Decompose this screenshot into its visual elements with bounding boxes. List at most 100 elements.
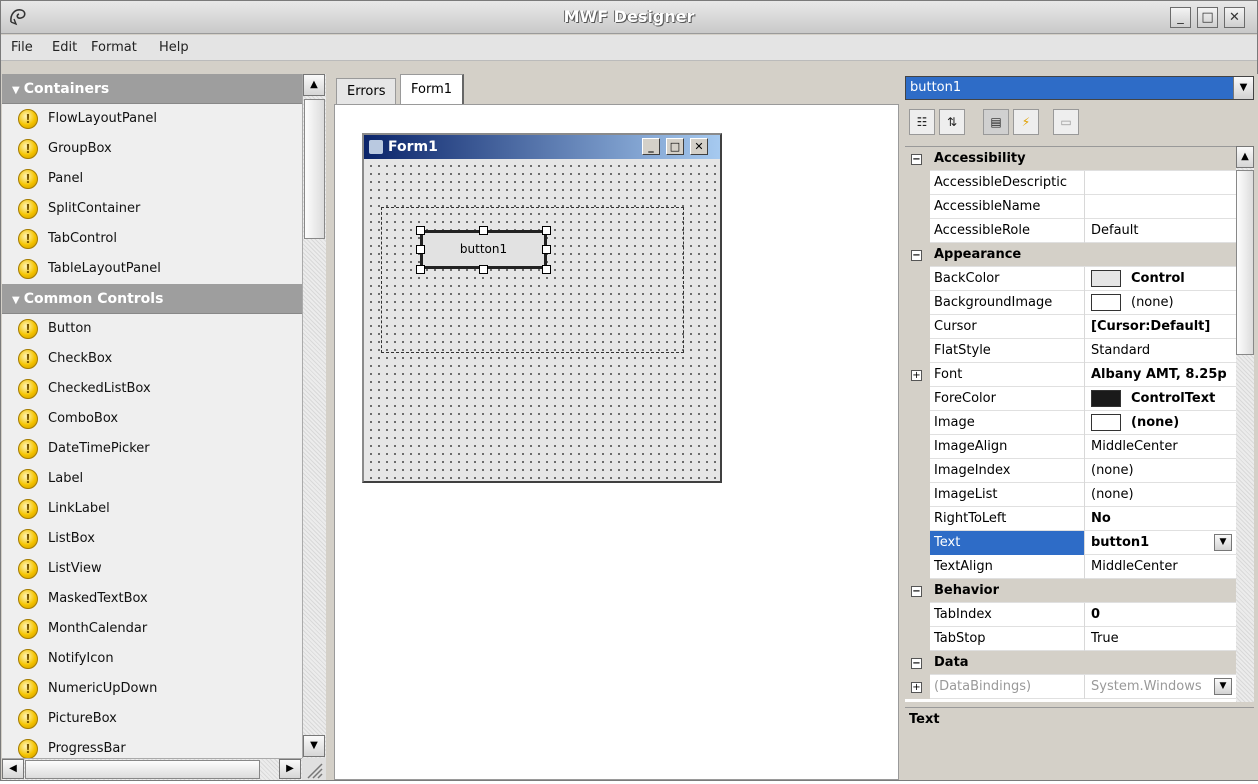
- property-category[interactable]: − Data: [905, 651, 1236, 675]
- toolbox-item[interactable]: ! Panel: [2, 164, 302, 194]
- resize-handle[interactable]: [479, 226, 488, 235]
- property-row[interactable]: RightToLeft No: [905, 507, 1236, 531]
- collapse-icon[interactable]: −: [911, 586, 922, 597]
- property-value[interactable]: button1 ▼: [1086, 531, 1236, 555]
- property-value[interactable]: (none): [1086, 459, 1236, 483]
- resize-handle[interactable]: [479, 265, 488, 274]
- property-row[interactable]: Image (none): [905, 411, 1236, 435]
- toolbox-vertical-scrollbar[interactable]: ▲ ▼: [302, 74, 326, 758]
- property-value[interactable]: [1086, 171, 1236, 195]
- form1-window[interactable]: Form1 _ □ ✕ button1: [362, 133, 722, 483]
- collapse-icon[interactable]: −: [911, 250, 922, 261]
- toolbox-group-header[interactable]: ▼ Common Controls: [2, 284, 302, 314]
- scroll-up-button[interactable]: ▲: [303, 74, 325, 96]
- menu-file[interactable]: File: [11, 40, 33, 55]
- tab-form1[interactable]: Form1: [400, 74, 465, 105]
- chevron-down-icon[interactable]: ▼: [1214, 678, 1232, 695]
- button1-control[interactable]: button1: [420, 230, 547, 269]
- property-grid-scrollbar[interactable]: ▲: [1236, 146, 1254, 702]
- property-value[interactable]: MiddleCenter: [1086, 435, 1236, 459]
- toolbox-item[interactable]: ! LinkLabel: [2, 494, 302, 524]
- property-row[interactable]: BackColor Control: [905, 267, 1236, 291]
- toolbox-item[interactable]: ! ComboBox: [2, 404, 302, 434]
- property-row[interactable]: TabStop True: [905, 627, 1236, 651]
- property-value[interactable]: No: [1086, 507, 1236, 531]
- toolbox-item[interactable]: ! PictureBox: [2, 704, 302, 734]
- property-value[interactable]: Albany AMT, 8.25p: [1086, 363, 1236, 387]
- toolbox-item[interactable]: ! CheckedListBox: [2, 374, 302, 404]
- toolbox-item[interactable]: ! ListBox: [2, 524, 302, 554]
- resize-handle[interactable]: [542, 226, 551, 235]
- scroll-down-button[interactable]: ▼: [303, 735, 325, 757]
- menu-help[interactable]: Help: [159, 40, 189, 55]
- property-value[interactable]: ControlText: [1086, 387, 1236, 411]
- scroll-thumb[interactable]: [304, 99, 325, 239]
- scroll-left-button[interactable]: ◀: [2, 759, 24, 779]
- resize-handle[interactable]: [542, 245, 551, 254]
- property-pages-icon[interactable]: ▭: [1053, 109, 1079, 135]
- property-value[interactable]: (none): [1086, 291, 1236, 315]
- property-row[interactable]: + Font Albany AMT, 8.25p: [905, 363, 1236, 387]
- toolbox-item[interactable]: ! Button: [2, 314, 302, 344]
- properties-view-icon[interactable]: ▤: [983, 109, 1009, 135]
- property-category[interactable]: − Accessibility: [905, 147, 1236, 171]
- events-lightning-icon[interactable]: ⚡: [1013, 109, 1039, 135]
- minimize-button[interactable]: _: [1170, 7, 1191, 28]
- toolbox-item[interactable]: ! ListView: [2, 554, 302, 584]
- property-row[interactable]: BackgroundImage (none): [905, 291, 1236, 315]
- property-category[interactable]: − Behavior: [905, 579, 1236, 603]
- property-row[interactable]: ImageList (none): [905, 483, 1236, 507]
- property-value[interactable]: [1086, 195, 1236, 219]
- property-row[interactable]: Cursor [Cursor:Default]: [905, 315, 1236, 339]
- resize-handle[interactable]: [416, 265, 425, 274]
- toolbox-item[interactable]: ! GroupBox: [2, 134, 302, 164]
- scroll-right-button[interactable]: ▶: [279, 759, 301, 779]
- toolbox-item[interactable]: ! MaskedTextBox: [2, 584, 302, 614]
- resize-handle[interactable]: [416, 226, 425, 235]
- property-value[interactable]: MiddleCenter: [1086, 555, 1236, 579]
- toolbox-item[interactable]: ! NotifyIcon: [2, 644, 302, 674]
- property-value[interactable]: Standard: [1086, 339, 1236, 363]
- expand-icon[interactable]: +: [911, 370, 922, 381]
- chevron-down-icon[interactable]: ▼: [1214, 534, 1232, 551]
- property-row[interactable]: ImageIndex (none): [905, 459, 1236, 483]
- collapse-icon[interactable]: −: [911, 658, 922, 669]
- property-value[interactable]: (none): [1086, 411, 1236, 435]
- menu-edit[interactable]: Edit: [52, 40, 77, 55]
- resize-handle[interactable]: [542, 265, 551, 274]
- toolbox-item[interactable]: ! NumericUpDown: [2, 674, 302, 704]
- property-value[interactable]: Default: [1086, 219, 1236, 243]
- toolbox-group-header[interactable]: ▼ Containers: [2, 74, 302, 104]
- resize-grip-icon[interactable]: [302, 758, 326, 780]
- property-value[interactable]: True: [1086, 627, 1236, 651]
- collapse-icon[interactable]: −: [911, 154, 922, 165]
- toolbox-item[interactable]: ! CheckBox: [2, 344, 302, 374]
- property-row[interactable]: AccessibleName: [905, 195, 1236, 219]
- toolbox-item[interactable]: ! TabControl: [2, 224, 302, 254]
- object-selector[interactable]: button1 ▼: [905, 76, 1254, 100]
- menu-format[interactable]: Format: [91, 40, 137, 55]
- property-row[interactable]: ImageAlign MiddleCenter: [905, 435, 1236, 459]
- alphabetical-view-icon[interactable]: ⇅: [939, 109, 965, 135]
- toolbox-item[interactable]: ! MonthCalendar: [2, 614, 302, 644]
- scroll-thumb[interactable]: [1236, 170, 1254, 355]
- horizontal-scroll-thumb[interactable]: [25, 760, 260, 779]
- property-value[interactable]: 0: [1086, 603, 1236, 627]
- tab-errors[interactable]: Errors: [336, 78, 397, 105]
- maximize-button[interactable]: □: [1197, 7, 1218, 28]
- toolbox-item[interactable]: ! DateTimePicker: [2, 434, 302, 464]
- title-bar[interactable]: MWF Designer _ □ ✕: [1, 1, 1257, 34]
- categorized-view-icon[interactable]: ☷: [909, 109, 935, 135]
- toolbox-item[interactable]: ! SplitContainer: [2, 194, 302, 224]
- property-row[interactable]: FlatStyle Standard: [905, 339, 1236, 363]
- property-category[interactable]: − Appearance: [905, 243, 1236, 267]
- property-value[interactable]: System.Windows ▼: [1086, 675, 1236, 699]
- toolbox-horizontal-scrollbar[interactable]: ◀ ▶: [2, 758, 302, 780]
- property-row[interactable]: AccessibleDescriptic: [905, 171, 1236, 195]
- form1-title-bar[interactable]: Form1 _ □ ✕: [364, 135, 720, 159]
- scroll-up-button[interactable]: ▲: [1236, 146, 1254, 168]
- close-button[interactable]: ✕: [1224, 7, 1245, 28]
- property-row[interactable]: + (DataBindings) System.Windows ▼: [905, 675, 1236, 699]
- form-client-area[interactable]: button1: [364, 159, 720, 481]
- property-row[interactable]: AccessibleRole Default: [905, 219, 1236, 243]
